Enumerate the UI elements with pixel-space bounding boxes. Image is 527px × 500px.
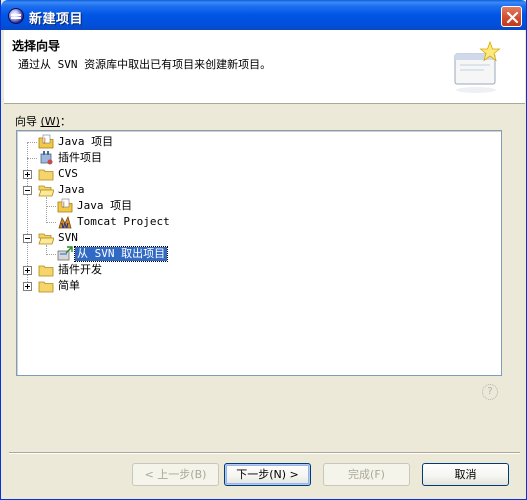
tree-item-label: 从 SVN 取出项目 [73,246,169,262]
cancel-button[interactable]: 取消 [422,463,509,486]
eclipse-icon [8,8,24,24]
tree-item-plugin-project[interactable]: 插件项目 [17,150,497,166]
tree-item-label: 插件项目 [58,151,102,164]
tree-item-java-project[interactable]: J Java 项目 [17,134,497,150]
collapse-icon[interactable] [23,186,32,195]
folder-icon [38,265,54,277]
close-icon [506,11,519,24]
tree-item-label: Java 项目 [58,135,114,148]
tree-item-label: 简单 [58,279,80,292]
tree-item-simple[interactable]: 简单 [17,278,497,294]
tree-item-svn-checkout[interactable]: 从 SVN 取出项目 [17,246,497,262]
tree-item-label: Tomcat Project [77,215,170,228]
svg-text:J: J [43,137,46,144]
tree-item-label: Java [58,183,85,196]
folder-icon [38,281,54,293]
tree-item-svn-folder[interactable]: SVN [17,230,497,246]
back-button[interactable]: < 上一步(B) [132,463,219,486]
button-separator [9,452,520,454]
tree-item-label: 插件开发 [58,263,102,276]
tree-item-java-project-child[interactable]: J Java 项目 [17,198,497,214]
java-project-icon: J [57,198,73,213]
wizards-label-text: 向导 [15,115,37,128]
wizard-tree[interactable]: J Java 项目 插件项目 CVS Java J Java 项目 W Tomc… [16,130,502,376]
expand-icon[interactable] [23,170,32,179]
wizard-header: 选择向导 通过从 SVN 资源库中取出已有项目来创建新项目。 [4,30,525,104]
new-project-dialog: 新建项目 选择向导 通过从 SVN 资源库中取出已有项目来创建新项目。 向导 (… [0,0,527,500]
java-project-icon: J [38,134,54,149]
window-title: 新建项目 [29,12,84,27]
title-bar[interactable]: 新建项目 [1,0,526,30]
collapse-icon[interactable] [23,234,32,243]
tree-item-cvs[interactable]: CVS [17,166,497,182]
expand-icon[interactable] [23,282,32,291]
tree-item-java-folder[interactable]: Java [17,182,497,198]
folder-icon [38,169,54,181]
wizards-label-colon: ： [59,115,71,128]
tomcat-icon: W [58,215,72,230]
next-button[interactable]: 下一步(N) > [224,463,311,486]
close-button[interactable] [501,6,522,27]
header-description: 通过从 SVN 资源库中取出已有项目来创建新项目。 [18,58,272,71]
plugin-project-icon [40,151,53,165]
wizards-label-mnemonic: (W) [40,115,60,128]
tree-item-plugin-dev[interactable]: 插件开发 [17,262,497,278]
wizards-label: 向导 (W)： [15,113,71,129]
tree-item-label: SVN [58,231,78,244]
svg-text:J: J [62,201,65,208]
folder-open-icon [38,233,54,245]
tree-item-tomcat-project[interactable]: W Tomcat Project [17,214,497,230]
header-title: 选择向导 [12,39,61,53]
new-wizard-icon [454,40,501,93]
tree-item-label: Java 项目 [77,199,133,212]
finish-button[interactable]: 完成(F) [323,463,410,486]
svn-checkout-icon [57,246,73,261]
expand-icon[interactable] [23,266,32,275]
svg-text:W: W [61,222,69,230]
help-icon[interactable]: ? [482,384,498,400]
tree-item-label: CVS [58,167,78,180]
folder-open-icon [38,185,54,197]
